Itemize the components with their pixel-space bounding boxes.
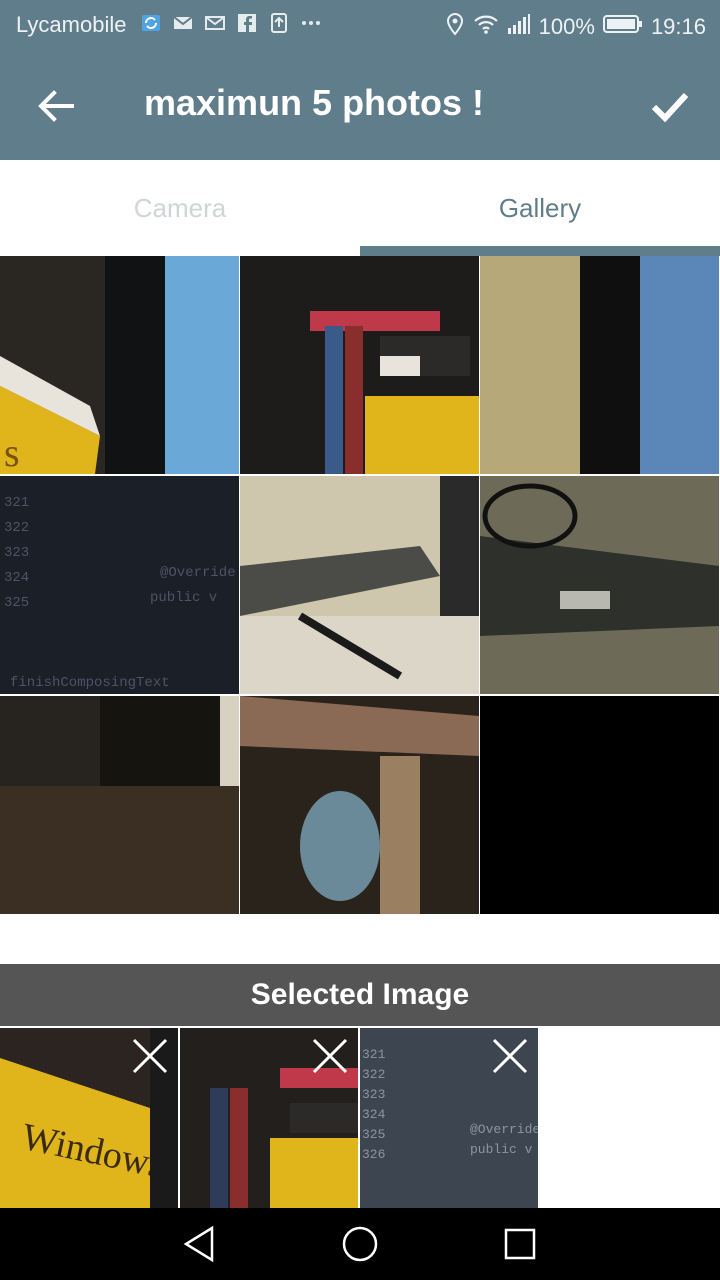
remove-selected-button[interactable] (310, 1036, 350, 1076)
selected-header: Selected Image (0, 964, 720, 1026)
remove-selected-button[interactable] (130, 1036, 170, 1076)
wifi-icon (473, 13, 499, 41)
svg-text:public v: public v (150, 590, 217, 606)
location-icon (445, 12, 465, 42)
svg-text:326: 326 (362, 1147, 385, 1162)
svg-text:324: 324 (4, 570, 29, 586)
selected-item[interactable]: Windows (0, 1028, 178, 1208)
svg-text:325: 325 (362, 1127, 385, 1142)
gallery-item[interactable] (480, 256, 719, 474)
tab-bar: Camera Gallery (0, 160, 720, 256)
gallery-item[interactable] (480, 476, 719, 694)
gallery-item[interactable] (480, 696, 719, 914)
nav-recents-button[interactable] (498, 1222, 542, 1266)
upload-icon (268, 12, 290, 34)
svg-text:322: 322 (4, 520, 29, 536)
svg-text:321: 321 (4, 495, 29, 511)
page-title: maximun 5 photos ! (144, 82, 485, 123)
gallery-item[interactable]: 321 322 323 324 325 @Override public v finish… (0, 476, 239, 694)
selected-item[interactable] (180, 1028, 358, 1208)
svg-text:public v: public v (470, 1142, 533, 1157)
status-right: 100% 19:16 (445, 12, 706, 42)
gmail-icon (204, 12, 226, 34)
signal-icon (507, 13, 531, 41)
sync-icon (140, 12, 162, 34)
system-nav-bar (0, 1208, 720, 1280)
svg-text:325: 325 (4, 595, 29, 611)
selected-strip: Windows 321 322 323 324 325 326 @Overrid… (0, 1028, 720, 1208)
tab-indicator (360, 246, 720, 256)
svg-text:323: 323 (362, 1087, 385, 1102)
battery-icon (602, 13, 643, 41)
remove-selected-button[interactable] (490, 1036, 530, 1076)
close-icon (312, 1038, 348, 1074)
nav-home-button[interactable] (338, 1222, 382, 1266)
svg-text:323: 323 (4, 545, 29, 561)
gallery-item[interactable] (240, 256, 479, 474)
gallery-item[interactable]: s (0, 256, 239, 474)
gallery-item[interactable] (240, 476, 479, 694)
app-toolbar: maximun 5 photos ! (0, 52, 720, 160)
svg-text:322: 322 (362, 1067, 385, 1082)
checkmark-icon (651, 92, 689, 123)
svg-text:324: 324 (362, 1107, 386, 1122)
tab-camera[interactable]: Camera (0, 160, 360, 256)
nav-back-button[interactable] (178, 1222, 222, 1266)
back-button[interactable] (28, 78, 84, 134)
battery-percent: 100% (538, 14, 595, 39)
confirm-button[interactable] (642, 78, 698, 134)
notification-icons (140, 12, 322, 34)
mail-icon (172, 12, 194, 34)
svg-text:finishComposingText: finishComposingText (10, 675, 170, 691)
tab-gallery[interactable]: Gallery (360, 160, 720, 256)
clock: 19:16 (650, 14, 706, 39)
carrier-name: Lycamobile (16, 12, 127, 37)
svg-text:321: 321 (362, 1047, 386, 1062)
selected-item[interactable]: 321 322 323 324 325 326 @Override public v (360, 1028, 538, 1208)
status-bar: Lycamobile 100% 19:16 (0, 0, 720, 52)
gallery-item[interactable] (0, 696, 239, 914)
back-triangle-icon (183, 1225, 214, 1263)
svg-text:@Override: @Override (470, 1122, 538, 1137)
gallery-grid: s 321 322 323 324 325 @Override public v fini… (0, 256, 720, 962)
home-circle-icon (342, 1226, 378, 1262)
close-icon (492, 1038, 528, 1074)
svg-text:@Override: @Override (160, 565, 236, 581)
recents-square-icon (504, 1228, 536, 1260)
facebook-icon (236, 12, 258, 34)
gallery-item[interactable] (240, 696, 479, 914)
svg-text:s: s (4, 430, 20, 474)
more-icon (300, 12, 322, 34)
arrow-left-icon (38, 90, 74, 122)
close-icon (132, 1038, 168, 1074)
